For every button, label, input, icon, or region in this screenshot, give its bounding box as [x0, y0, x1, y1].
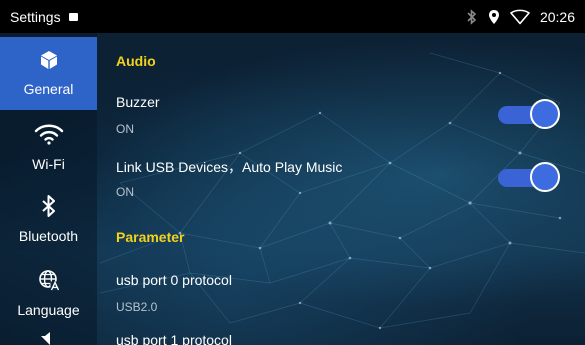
buzzer-title: Buzzer [116, 94, 160, 110]
settings-main: General Wi-Fi Bluetooth Language Audio B… [0, 33, 585, 345]
sidebar-item-bluetooth[interactable]: Bluetooth [0, 183, 97, 256]
sidebar: General Wi-Fi Bluetooth Language [0, 33, 97, 345]
usb-port0-value: USB2.0 [116, 300, 158, 314]
usb-port0-title[interactable]: usb port 0 protocol [116, 272, 232, 288]
globe-icon [38, 269, 60, 296]
status-app-title: Settings [10, 8, 61, 25]
buzzer-status: ON [116, 122, 134, 136]
sidebar-item-sound[interactable] [0, 331, 97, 345]
notification-icon [68, 12, 78, 21]
usb-port1-title[interactable]: usb port 1 protocol [116, 332, 232, 345]
link-usb-title: Link USB Devices，Auto Play Music [116, 159, 343, 175]
sidebar-item-label: Bluetooth [18, 228, 79, 244]
sidebar-item-general[interactable]: General [0, 37, 97, 110]
cube-icon [39, 50, 59, 75]
status-time: 20:26 [539, 8, 575, 25]
speaker-icon [39, 331, 59, 345]
wifi-status-icon [510, 9, 530, 25]
audio-section-header: Audio [116, 53, 156, 69]
location-icon [488, 9, 500, 25]
wifi-icon [34, 123, 64, 150]
sidebar-item-language[interactable]: Language [0, 257, 97, 330]
link-usb-toggle[interactable] [498, 161, 560, 192]
sidebar-item-label: General [23, 81, 74, 97]
bluetooth-status-icon [466, 8, 478, 25]
toggle-knob [530, 99, 560, 129]
status-icons: 20:26 [466, 9, 575, 25]
status-bar: Settings 20:26 [0, 0, 585, 33]
link-usb-status: ON [116, 185, 134, 199]
sidebar-item-label: Wi-Fi [32, 156, 65, 172]
bluetooth-icon [41, 195, 57, 222]
buzzer-toggle[interactable] [498, 98, 560, 129]
toggle-knob [530, 162, 560, 192]
sidebar-item-label: Language [17, 302, 80, 318]
sidebar-item-wifi[interactable]: Wi-Fi [0, 111, 97, 184]
parameter-section-header: Parameter [116, 229, 185, 245]
